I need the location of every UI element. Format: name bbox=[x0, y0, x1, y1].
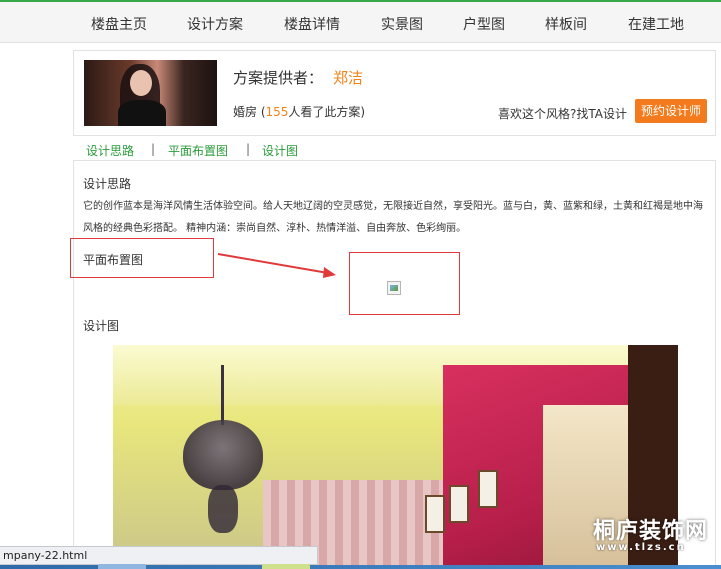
nav-item-floor-plans[interactable]: 户型图 bbox=[463, 14, 505, 34]
avatar-shirt bbox=[118, 100, 166, 126]
avatar-face bbox=[130, 70, 152, 96]
nav-item-home[interactable]: 楼盘主页 bbox=[91, 14, 147, 34]
broken-image-icon bbox=[387, 281, 401, 295]
nav-item-design-plans[interactable]: 设计方案 bbox=[187, 14, 243, 34]
annotation-arrow bbox=[217, 253, 336, 278]
provider-name[interactable]: 郑洁 bbox=[333, 67, 363, 88]
browser-status-bar: mpany-22.html bbox=[0, 546, 318, 565]
main-nav: 楼盘主页 设计方案 楼盘详情 实景图 户型图 样板间 在建工地 bbox=[0, 2, 721, 43]
design-idea-text: 它的创作蓝本是海洋风情生活体验空间。给人天地辽阔的空灵感觉，无限接近自然，享受阳… bbox=[83, 201, 703, 234]
chandelier-body bbox=[183, 420, 263, 490]
section-title-design: 设计图 bbox=[83, 319, 120, 333]
provider-label: 方案提供者： bbox=[233, 69, 324, 87]
subtab-design-images[interactable]: 设计图 bbox=[262, 142, 298, 159]
subtab-separator: | bbox=[246, 142, 251, 156]
views-suffix: 人看了此方案) bbox=[288, 105, 366, 119]
annotation-box-image bbox=[349, 252, 460, 315]
designer-avatar[interactable] bbox=[84, 60, 217, 126]
book-designer-button[interactable]: 预约设计师 bbox=[635, 99, 707, 123]
subtab-design-idea[interactable]: 设计思路 bbox=[86, 142, 134, 159]
chandelier-stem bbox=[221, 365, 224, 425]
subtab-separator: | bbox=[151, 142, 156, 156]
provider-card: 方案提供者： 郑洁 婚房 (155人看了此方案) 喜欢这个风格?找TA设计 预约… bbox=[73, 50, 716, 136]
photo-wall-picture bbox=[449, 485, 469, 523]
chandelier-drop bbox=[208, 485, 238, 533]
nav-item-real-photos[interactable]: 实景图 bbox=[381, 14, 423, 34]
annotation-box-heading bbox=[70, 238, 214, 278]
nav-item-construction-sites[interactable]: 在建工地 bbox=[628, 14, 684, 34]
site-watermark: 桐庐装饰网 bbox=[593, 519, 709, 544]
photo-wall-picture bbox=[478, 470, 498, 508]
taskbar-button[interactable] bbox=[262, 564, 310, 569]
view-count-line: 婚房 (155人看了此方案) bbox=[233, 103, 365, 120]
nav-item-show-rooms[interactable]: 样板间 bbox=[545, 14, 587, 34]
views-count: 155 bbox=[265, 105, 289, 119]
section-title-idea: 设计思路 bbox=[83, 177, 132, 191]
nav-item-property-details[interactable]: 楼盘详情 bbox=[284, 14, 340, 34]
taskbar-button[interactable] bbox=[98, 564, 146, 569]
views-prefix: 婚房 ( bbox=[233, 105, 266, 119]
site-watermark-url: www.tlzs.cn bbox=[596, 542, 686, 553]
photo-wall-picture bbox=[425, 495, 445, 533]
subtab-floor-plan[interactable]: 平面布置图 bbox=[168, 142, 228, 159]
photo-chandelier bbox=[163, 365, 283, 535]
like-style-text: 喜欢这个风格?找TA设计 bbox=[498, 107, 627, 121]
